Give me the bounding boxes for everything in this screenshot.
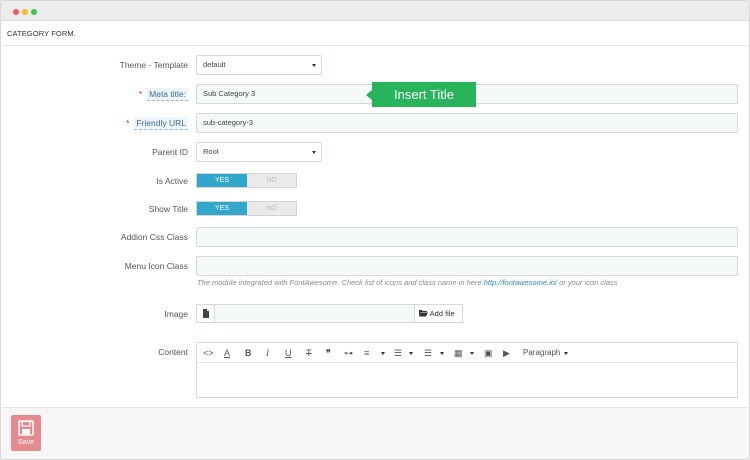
chevron-down-icon[interactable] [470,352,474,355]
meta-title-label-wrap: * Meta title: [138,88,188,101]
editor-toolbar: <> A B I U T ❞ ⊶ ≡ ☰ ☰ ▦ ▣ ▶ Paragraph [197,343,737,363]
friendly-url-label: Friendly URL [134,117,188,130]
blockquote-icon[interactable]: ❞ [326,347,331,359]
chevron-down-icon[interactable] [381,352,385,355]
show-title-no[interactable]: NO [247,202,296,215]
save-label: Save [18,439,34,446]
meta-title-label: Meta title: [147,88,188,101]
category-form-panel: CATEGORY FORM. Theme - Template default … [2,22,748,459]
image-file-input[interactable] [214,304,415,323]
theme-template-select[interactable]: default [196,55,322,75]
italic-icon[interactable]: I [266,347,269,359]
underline-icon[interactable]: U [285,347,292,359]
maximize-window-button[interactable] [31,9,37,15]
close-window-button[interactable] [13,9,19,15]
is-active-yes[interactable]: YES [197,174,247,187]
chevron-down-icon [312,64,316,67]
paragraph-label: Paragraph [523,348,561,357]
minimize-window-button[interactable] [22,9,28,15]
add-file-button[interactable]: Add file [414,304,463,323]
hint-prefix: The module integrated with FontAwesome. … [197,278,482,287]
floppy-disk-icon [18,420,34,436]
numbered-list-icon[interactable]: ☰ [424,347,432,359]
required-marker: * [138,89,143,99]
align-icon[interactable]: ≡ [364,347,369,359]
required-marker: * [126,118,130,128]
bold-icon[interactable]: B [245,347,252,359]
insert-title-tooltip: Insert Title [366,82,476,107]
addion-css-class-input[interactable] [196,227,738,247]
code-view-icon[interactable]: <> [203,347,214,359]
menu-icon-class-hint: The module integrated with FontAwesome. … [197,278,618,287]
browser-window: CATEGORY FORM. Theme - Template default … [0,0,750,460]
bullet-list-icon[interactable]: ☰ [394,347,402,359]
chevron-down-icon[interactable] [409,352,413,355]
window-titlebar [1,1,749,21]
content-label: Content [158,347,188,357]
hint-suffix: or your icon class [559,278,618,287]
file-icon-button[interactable] [196,304,215,323]
friendly-url-input[interactable]: sub-category-3 [196,113,738,133]
is-active-label: Is Active [156,176,188,186]
table-icon[interactable]: ▦ [454,347,463,359]
theme-template-value: default [203,60,226,69]
parent-id-select[interactable]: Root [196,142,322,162]
is-active-toggle[interactable]: YES NO [196,173,297,188]
menu-icon-class-label: Menu Icon Class [124,261,188,271]
font-color-icon[interactable]: A [224,347,230,359]
chevron-down-icon [312,151,316,154]
panel-title: CATEGORY FORM. [2,22,748,46]
image-icon[interactable]: ▣ [484,347,493,359]
chevron-down-icon[interactable] [564,352,568,355]
paragraph-format-dropdown[interactable]: Paragraph [523,347,560,359]
video-icon[interactable]: ▶ [503,347,510,359]
strikethrough-icon[interactable]: T [306,347,312,359]
menu-icon-class-input[interactable] [196,256,738,276]
show-title-yes[interactable]: YES [197,202,247,215]
content-editor[interactable]: <> A B I U T ❞ ⊶ ≡ ☰ ☰ ▦ ▣ ▶ Paragraph [196,342,738,398]
show-title-toggle[interactable]: YES NO [196,201,297,216]
chevron-down-icon[interactable] [440,352,444,355]
friendly-url-label-wrap: * Friendly URL [126,117,188,130]
add-file-label: Add file [429,309,455,318]
link-icon[interactable]: ⊶ [344,347,353,359]
is-active-no[interactable]: NO [247,174,296,187]
folder-open-icon [419,310,428,317]
parent-id-value: Root [203,147,219,156]
file-icon [203,309,209,318]
parent-id-label: Parent ID [152,147,188,157]
save-button[interactable]: Save [11,415,41,451]
theme-template-label: Theme - Template [119,60,188,70]
image-label: Image [164,309,188,319]
panel-footer: Save [2,407,748,459]
addion-css-class-label: Addion Css Class [120,232,188,242]
show-title-label: Show Title [148,204,188,214]
fontawesome-link[interactable]: http://fontawesome.io/ [484,278,557,287]
